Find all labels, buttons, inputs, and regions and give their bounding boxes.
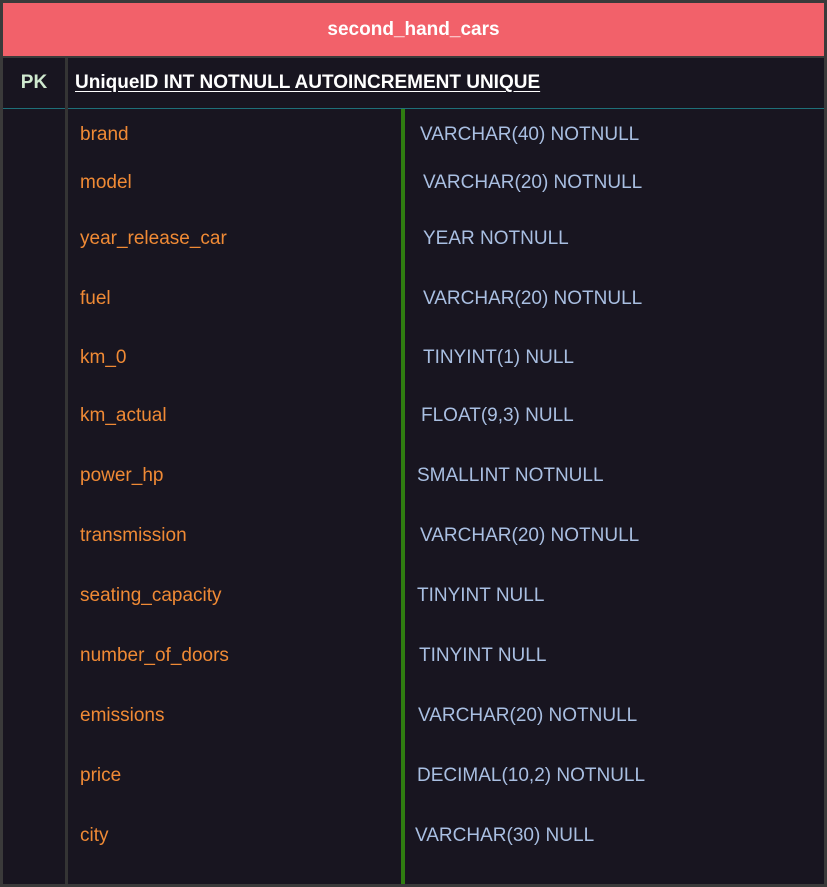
- field-name: model: [80, 172, 132, 193]
- field-type: TINYINT(1) NULL: [423, 347, 574, 368]
- key-column-divider: [65, 58, 68, 884]
- table-name-header: second_hand_cars: [3, 3, 824, 58]
- field-name: number_of_doors: [80, 645, 229, 666]
- entity-table: second_hand_cars PK UniqueID INT NOTNULL…: [0, 0, 827, 887]
- field-type: VARCHAR(20) NOTNULL: [423, 172, 643, 193]
- field-type: YEAR NOTNULL: [423, 228, 569, 249]
- field-name: emissions: [80, 705, 165, 726]
- field-name: city: [80, 825, 109, 846]
- field-type: VARCHAR(20) NOTNULL: [418, 705, 638, 726]
- field-type: VARCHAR(40) NOTNULL: [420, 124, 640, 145]
- field-type: DECIMAL(10,2) NOTNULL: [417, 765, 646, 786]
- field-name: fuel: [80, 288, 111, 309]
- field-name: brand: [80, 124, 129, 145]
- field-type: VARCHAR(30) NULL: [415, 825, 595, 846]
- field-type: TINYINT NULL: [419, 645, 547, 666]
- field-type: VARCHAR(20) NOTNULL: [423, 288, 643, 309]
- field-type: TINYINT NULL: [417, 585, 545, 606]
- table-name: second_hand_cars: [327, 18, 500, 40]
- field-type: SMALLINT NOTNULL: [417, 465, 604, 486]
- field-name: price: [80, 765, 122, 786]
- field-name: km_0: [80, 347, 127, 368]
- pk-label: PK: [20, 72, 48, 93]
- type-column-divider: [401, 109, 405, 884]
- field-type: FLOAT(9,3) NULL: [421, 405, 574, 426]
- field-type: VARCHAR(20) NOTNULL: [420, 525, 640, 546]
- field-name: power_hp: [80, 465, 164, 486]
- primary-key-row: PK UniqueID INT NOTNULL AUTOINCREMENT UN…: [3, 58, 824, 109]
- field-name: transmission: [80, 525, 187, 546]
- field-name: year_release_car: [80, 228, 227, 249]
- field-name: km_actual: [80, 405, 167, 426]
- pk-definition: UniqueID INT NOTNULL AUTOINCREMENT UNIQU…: [75, 72, 541, 93]
- field-name: seating_capacity: [80, 585, 222, 606]
